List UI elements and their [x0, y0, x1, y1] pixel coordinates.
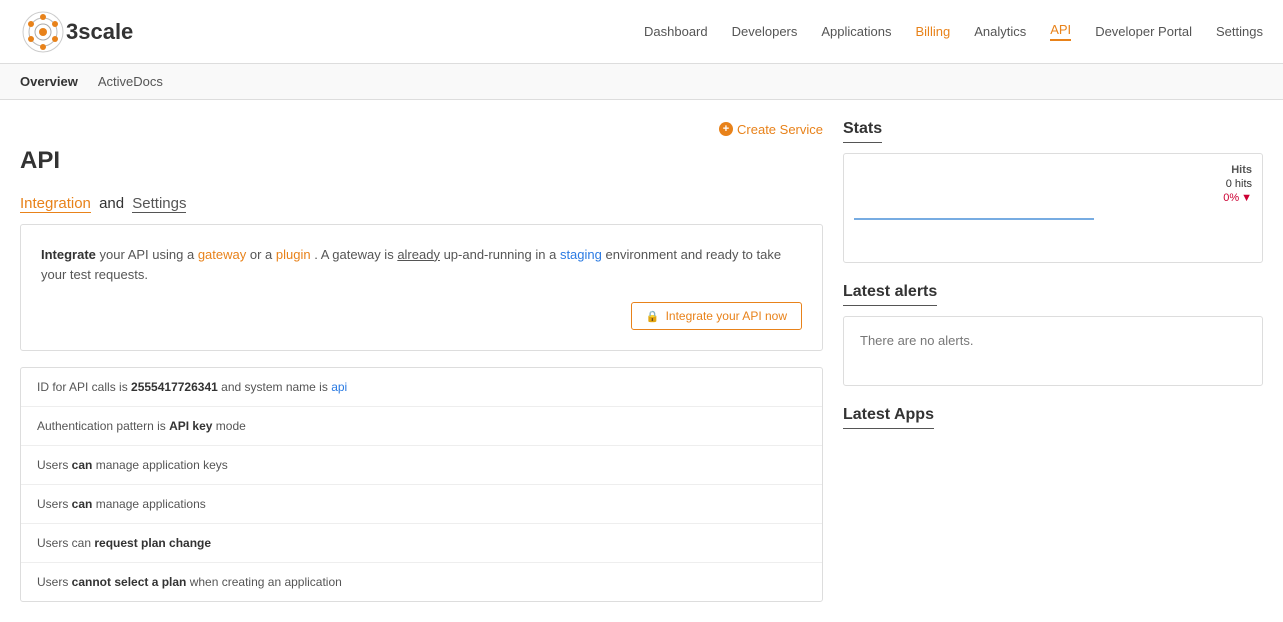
- when-creating: when creating an application: [190, 575, 342, 589]
- main-content: + Create Service API Integration and Set…: [0, 100, 1283, 622]
- integrate-now-button[interactable]: 🔒 Integrate your API now: [631, 302, 802, 330]
- api-info-row-plan-change: Users can request plan change: [21, 524, 822, 563]
- gateway-link[interactable]: gateway: [198, 247, 246, 262]
- apps-section: Latest Apps: [843, 406, 1263, 439]
- stats-title: Stats: [843, 120, 882, 143]
- subnav-item-activedocs[interactable]: ActiveDocs: [98, 74, 163, 89]
- header: 3scale Dashboard Developers Applications…: [0, 0, 1283, 64]
- alerts-section: Latest alerts There are no alerts.: [843, 283, 1263, 386]
- create-service-button[interactable]: + Create Service: [719, 122, 823, 137]
- plus-icon: +: [719, 122, 733, 136]
- api-system-name-label: and system name is: [221, 380, 331, 394]
- users-label-2: Users: [37, 497, 72, 511]
- left-column: + Create Service API Integration and Set…: [20, 120, 823, 602]
- api-id-value: 2555417726341: [131, 380, 218, 394]
- stats-legend: Hits 0 hits 0% ▼: [1192, 164, 1252, 252]
- users-label-1: Users: [37, 458, 72, 472]
- cannot-select-plan: cannot select a plan: [72, 575, 187, 589]
- integrate-text-4: . A gateway is: [314, 247, 397, 262]
- nav-item-applications[interactable]: Applications: [821, 24, 891, 39]
- right-column: Stats Hits 0 hits 0% ▼ Late: [843, 120, 1263, 602]
- subnav-item-overview[interactable]: Overview: [20, 74, 78, 89]
- lock-icon: 🔒: [646, 310, 660, 323]
- main-nav: Dashboard Developers Applications Billin…: [644, 22, 1263, 41]
- plugin-link[interactable]: plugin: [276, 247, 311, 262]
- staging-text: staging: [560, 247, 602, 262]
- manage-app-keys: manage application keys: [96, 458, 228, 472]
- alerts-title: Latest alerts: [843, 283, 937, 306]
- nav-item-developer-portal[interactable]: Developer Portal: [1095, 24, 1192, 39]
- integrate-bold: Integrate: [41, 247, 96, 262]
- page-title: API: [20, 147, 823, 175]
- logo-icon: [20, 9, 66, 55]
- settings-link[interactable]: Settings: [132, 195, 186, 213]
- logo[interactable]: 3scale: [20, 9, 133, 55]
- and-text: and: [99, 195, 124, 212]
- latest-apps-title: Latest Apps: [843, 406, 934, 429]
- hits-percent: 0% ▼: [1223, 192, 1252, 204]
- nav-item-developers[interactable]: Developers: [732, 24, 798, 39]
- api-info-row-id: ID for API calls is 2555417726341 and sy…: [21, 368, 822, 407]
- api-info-row-auth: Authentication pattern is API key mode: [21, 407, 822, 446]
- request-plan-change: request plan change: [94, 536, 211, 550]
- integration-link[interactable]: Integration: [20, 195, 91, 213]
- percent-value: 0%: [1223, 192, 1239, 204]
- integrate-now-label: Integrate your API now: [666, 309, 787, 323]
- stats-chart-area: [854, 164, 1192, 244]
- api-info-row-manage-apps: Users can manage applications: [21, 485, 822, 524]
- api-system-name-value[interactable]: api: [331, 380, 347, 394]
- users-label-3: Users can: [37, 536, 94, 550]
- integration-card: Integrate your API using a gateway or a …: [20, 224, 823, 352]
- can-label-2: can: [72, 497, 93, 511]
- stats-chart-box: Hits 0 hits 0% ▼: [843, 153, 1263, 263]
- api-id-label: ID for API calls is: [37, 380, 131, 394]
- hits-label: Hits: [1231, 164, 1252, 176]
- nav-item-dashboard[interactable]: Dashboard: [644, 24, 708, 39]
- api-info-row-select-plan: Users cannot select a plan when creating…: [21, 563, 822, 601]
- no-alerts-text: There are no alerts.: [860, 333, 973, 348]
- api-info-row-app-keys: Users can manage application keys: [21, 446, 822, 485]
- nav-item-analytics[interactable]: Analytics: [974, 24, 1026, 39]
- section-heading: Integration and Settings: [20, 195, 823, 212]
- hits-value: 0 hits: [1226, 178, 1252, 190]
- api-info-card: ID for API calls is 2555417726341 and sy…: [20, 367, 823, 602]
- create-service-bar: + Create Service: [20, 120, 823, 137]
- already-text: already: [397, 247, 440, 262]
- integrate-text-2: your API using a: [100, 247, 198, 262]
- nav-item-api[interactable]: API: [1050, 22, 1071, 41]
- logo-text: 3scale: [66, 19, 133, 45]
- users-label-4: Users: [37, 575, 72, 589]
- auth-value: API key: [169, 419, 212, 433]
- integration-description: Integrate your API using a gateway or a …: [41, 245, 802, 287]
- integrate-text-5: up-and-running in a: [444, 247, 560, 262]
- subnav: Overview ActiveDocs: [0, 64, 1283, 100]
- can-label-1: can: [72, 458, 93, 472]
- create-service-label: Create Service: [737, 122, 823, 137]
- stats-section: Stats Hits 0 hits 0% ▼: [843, 120, 1263, 263]
- manage-apps: manage applications: [96, 497, 206, 511]
- down-arrow-icon: ▼: [1241, 192, 1252, 204]
- auth-mode: mode: [216, 419, 246, 433]
- nav-item-billing[interactable]: Billing: [916, 24, 951, 39]
- stats-chart-svg: [854, 164, 1134, 244]
- alerts-box: There are no alerts.: [843, 316, 1263, 386]
- nav-item-settings[interactable]: Settings: [1216, 24, 1263, 39]
- auth-label: Authentication pattern is: [37, 419, 169, 433]
- integrate-text-3: or a: [250, 247, 276, 262]
